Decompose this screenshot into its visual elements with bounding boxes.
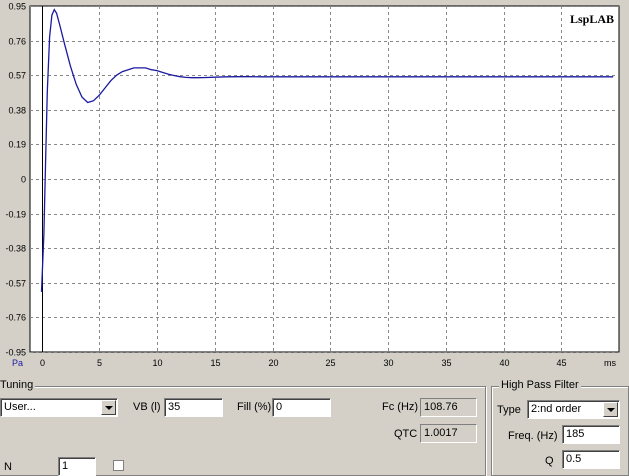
x-tick-label: 40	[499, 358, 509, 368]
x-tick-label: 15	[210, 358, 220, 368]
y-tick-label: 0	[21, 175, 26, 185]
qtc-value: 1.0017	[420, 424, 477, 443]
y-tick-label: 0.57	[8, 71, 26, 81]
y-tick-label: 0.95	[8, 2, 26, 12]
plot-svg: 0.95 0.76 0.57 0.38 0.19 0 -0.19 -0.38 -0.57 -0.7…	[5, 2, 620, 368]
hpf-q-field[interactable]: 0.5	[562, 450, 620, 469]
lsplab-logo: LspLAB	[570, 12, 614, 26]
chevron-down-icon[interactable]	[101, 400, 116, 415]
y-tick-label: -0.76	[5, 313, 26, 323]
x-tick-label: 5	[97, 358, 102, 368]
x-tick-label: 35	[441, 358, 451, 368]
vb-field[interactable]: 35	[164, 398, 223, 417]
hpf-freq-label: Freq. (Hz)	[508, 430, 558, 442]
y-tick-label: 0.19	[8, 140, 26, 150]
hpf-type-value: 2:nd order	[531, 403, 582, 415]
x-tick-label: 0	[40, 358, 45, 368]
x-tick-label: 20	[268, 358, 278, 368]
bottom-row-value: 1	[62, 460, 69, 472]
fc-value: 108.76	[420, 398, 477, 417]
bottom-row-checkbox[interactable]	[113, 460, 124, 471]
fill-field[interactable]: 0	[272, 398, 331, 417]
y-tick-label: -0.57	[5, 279, 26, 289]
chevron-down-icon[interactable]	[603, 402, 618, 417]
fill-label: Fill (%)	[237, 401, 272, 413]
step-response-plot: 0.95 0.76 0.57 0.38 0.19 0 -0.19 -0.38 -0.57 -0.7…	[0, 0, 629, 374]
hpf-q-label: Q	[545, 455, 554, 467]
y-tick-label: -0.95	[5, 348, 26, 358]
hpf-type-label: Type	[497, 404, 521, 416]
hpf-group-title: High Pass Filter	[499, 379, 581, 391]
x-tick-label: 25	[325, 358, 335, 368]
y-tick-label: 0.76	[8, 37, 26, 47]
x-tick-label: 30	[383, 358, 393, 368]
tuning-group-title: Tuning	[0, 379, 36, 391]
qtc-label: QTC	[394, 428, 418, 440]
y-axis-unit: Pa	[12, 358, 23, 368]
y-tick-label: -0.38	[5, 244, 26, 254]
vb-label: VB (l)	[133, 401, 161, 413]
fc-label: Fc (Hz)	[382, 401, 419, 413]
hpf-type-select[interactable]: 2:nd order	[527, 400, 620, 419]
x-tick-label: 10	[152, 358, 162, 368]
y-tick-label: 0.38	[8, 106, 26, 116]
bottom-row-label: N	[4, 461, 12, 473]
x-tick-label: 45	[556, 358, 566, 368]
y-tick-label: -0.19	[5, 210, 26, 220]
bottom-row-spinner[interactable]: 1	[58, 457, 96, 476]
tuning-type-value: User...	[4, 401, 36, 413]
tuning-type-select[interactable]: User...	[0, 398, 118, 417]
x-axis-unit: ms	[604, 358, 616, 368]
hpf-freq-field[interactable]: 185	[562, 425, 620, 444]
